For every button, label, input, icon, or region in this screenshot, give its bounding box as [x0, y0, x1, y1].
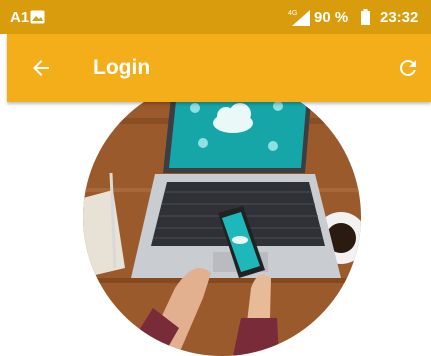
battery-percentage: 90 % — [314, 9, 349, 26]
clock: 23:32 — [380, 9, 419, 26]
battery-icon — [361, 9, 370, 25]
laptop-cloud-illustration — [83, 78, 361, 356]
image-notification-icon — [30, 10, 45, 24]
hero-image — [83, 78, 361, 356]
app-bar: Login — [7, 34, 431, 102]
page-title: Login — [93, 56, 151, 79]
status-bar: A1 4G 90 % 23:32 — [0, 0, 431, 34]
arrow-back-icon[interactable] — [29, 56, 53, 80]
carrier-label: A1 — [10, 9, 30, 26]
signal-icon: 4G — [288, 10, 310, 26]
network-type-label: 4G — [288, 10, 297, 17]
refresh-icon[interactable] — [396, 56, 420, 80]
